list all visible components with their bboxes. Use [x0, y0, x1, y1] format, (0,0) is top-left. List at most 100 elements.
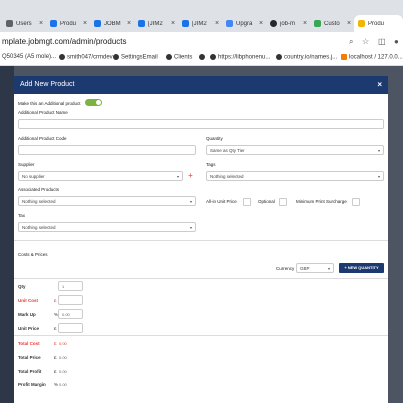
tab-favicon-icon — [6, 20, 13, 27]
close-icon[interactable]: × — [259, 20, 263, 27]
associated-products-label: Associated Products — [18, 187, 60, 192]
unit-cost-input[interactable] — [58, 295, 83, 305]
optional-checkbox[interactable] — [279, 198, 287, 206]
tab-favicon-icon — [226, 20, 233, 27]
tab-favicon-icon — [314, 20, 321, 27]
github-icon — [113, 54, 119, 60]
mark-up-input[interactable]: 0.00 — [58, 309, 83, 319]
quantity-label: Quantity — [206, 136, 223, 141]
close-icon[interactable]: × — [171, 20, 175, 27]
github-icon — [59, 54, 65, 60]
close-icon[interactable]: × — [347, 20, 351, 27]
profit-margin-label: Profit Margin — [18, 382, 46, 387]
divider — [14, 240, 388, 241]
browser-tab[interactable]: JOBM × — [90, 15, 131, 32]
extension-icon[interactable]: ◫ — [378, 37, 386, 46]
min-surcharge-label: Minimum Print Surcharge — [296, 199, 347, 204]
total-profit-label: Total Profit — [18, 369, 42, 374]
allin-price-label: All-in Unit Price — [206, 199, 237, 204]
currency-select[interactable]: GBP ▾ — [296, 263, 334, 273]
total-profit-value: 0.00 — [59, 369, 67, 374]
min-surcharge-checkbox[interactable] — [352, 198, 360, 206]
associated-products-select[interactable]: Nothing selected ▾ — [18, 196, 196, 206]
modal-title: Add New Product — [20, 81, 75, 88]
chevron-down-icon: ▾ — [377, 148, 380, 153]
github-icon — [276, 54, 282, 60]
chevron-down-icon: ▾ — [189, 199, 192, 204]
total-price-currency: £ — [54, 355, 57, 360]
bookmark-item[interactable]: https://libphonenu... — [210, 54, 270, 61]
bookmark-item[interactable] — [199, 54, 207, 61]
chevron-down-icon: ▾ — [327, 266, 330, 271]
total-cost-label: Total Cost — [18, 341, 40, 346]
additional-name-label: Additional Product Name — [18, 110, 68, 115]
modal-header: Add New Product × — [14, 76, 388, 94]
chevron-down-icon: ▾ — [377, 174, 380, 179]
divider — [14, 278, 388, 279]
profit-margin-value: 0.00 — [59, 382, 67, 387]
supplier-label: Supplier — [18, 162, 35, 167]
bookmark-item[interactable]: localhost / 127.0.0... — [341, 54, 403, 61]
tab-favicon-icon — [358, 20, 365, 27]
mark-up-label: Mark Up — [18, 312, 36, 317]
unit-price-input[interactable] — [58, 323, 83, 333]
browser-tab-active[interactable]: Produ — [354, 15, 403, 32]
tax-select[interactable]: Nothing selected ▾ — [18, 222, 196, 232]
tab-favicon-icon — [138, 20, 145, 27]
bookmark-item[interactable]: SettingsEmail — [113, 54, 158, 61]
new-quantity-button[interactable]: + NEW QUANTITY — [339, 263, 384, 273]
costs-heading: Costs & Prices — [18, 252, 48, 257]
github-icon — [210, 54, 216, 60]
browser-tab[interactable]: Custo × — [310, 15, 351, 32]
add-supplier-button[interactable]: + — [185, 171, 196, 181]
star-icon[interactable]: ☆ — [362, 37, 369, 46]
close-icon[interactable]: × — [83, 20, 87, 27]
close-icon[interactable]: × — [39, 20, 43, 27]
additional-code-input[interactable] — [18, 145, 196, 155]
github-icon — [166, 54, 172, 60]
unit-cost-currency: £ — [54, 298, 57, 303]
currency-label: Currency — [276, 266, 295, 271]
close-icon[interactable]: × — [215, 20, 219, 27]
browser-tab[interactable]: [JIM2 × — [178, 15, 219, 32]
tax-label: Tax — [18, 213, 26, 218]
browser-tab[interactable]: Upgra × — [222, 15, 263, 32]
total-price-label: Total Price — [18, 355, 41, 360]
additional-product-toggle[interactable] — [85, 99, 102, 106]
browser-tab[interactable]: Produ × — [46, 15, 87, 32]
add-product-modal: Add New Product × Make this an Additiona… — [14, 76, 388, 403]
tags-select[interactable]: Nothing selected ▾ — [206, 171, 384, 181]
browser-tab[interactable]: [JIM2 × — [134, 15, 175, 32]
additional-name-input[interactable] — [18, 119, 384, 129]
folder-icon — [341, 54, 347, 60]
close-icon[interactable]: × — [127, 20, 131, 27]
qty-label: Qty — [18, 284, 26, 289]
profile-icon[interactable]: ● — [394, 37, 399, 46]
qty-input[interactable]: 1 — [58, 281, 83, 291]
close-icon[interactable]: × — [303, 20, 307, 27]
bookmark-item[interactable]: country.io/names.j... — [276, 54, 337, 61]
bookmark-item[interactable]: Clients — [166, 54, 192, 61]
close-icon[interactable]: × — [377, 80, 382, 89]
supplier-select[interactable]: No supplier ▾ — [18, 171, 183, 181]
url-field[interactable]: mplate.jobmgt.com/admin/products — [2, 37, 127, 46]
github-icon — [199, 54, 205, 60]
browser-tab-bar: Users × Produ × JOBM × [JIM2 × [JIM2 × Upgra ×… — [0, 0, 403, 32]
total-cost-value: 0.00 — [59, 341, 67, 346]
bookmark-item[interactable]: smith047/crmdev — [59, 54, 113, 61]
tab-favicon-icon — [94, 20, 101, 27]
chevron-down-icon: ▾ — [189, 225, 192, 230]
search-icon[interactable]: ⌕ — [349, 37, 353, 47]
divider — [14, 335, 388, 336]
allin-price-checkbox[interactable] — [243, 198, 251, 206]
total-cost-currency: £ — [54, 341, 57, 346]
tab-favicon-icon — [182, 20, 189, 27]
quantity-select[interactable]: Same as Qty Tier ▾ — [206, 145, 384, 155]
unit-price-label: Unit Price — [18, 326, 40, 331]
tab-favicon-icon — [50, 20, 57, 27]
profit-margin-currency: % — [54, 382, 59, 387]
bookmark-item[interactable]: Q50345 (A5 mole)... — [2, 54, 56, 60]
browser-tab[interactable]: job-m × — [266, 15, 307, 32]
total-price-value: 0.00 — [59, 355, 67, 360]
browser-tab[interactable]: Users × — [2, 15, 43, 32]
